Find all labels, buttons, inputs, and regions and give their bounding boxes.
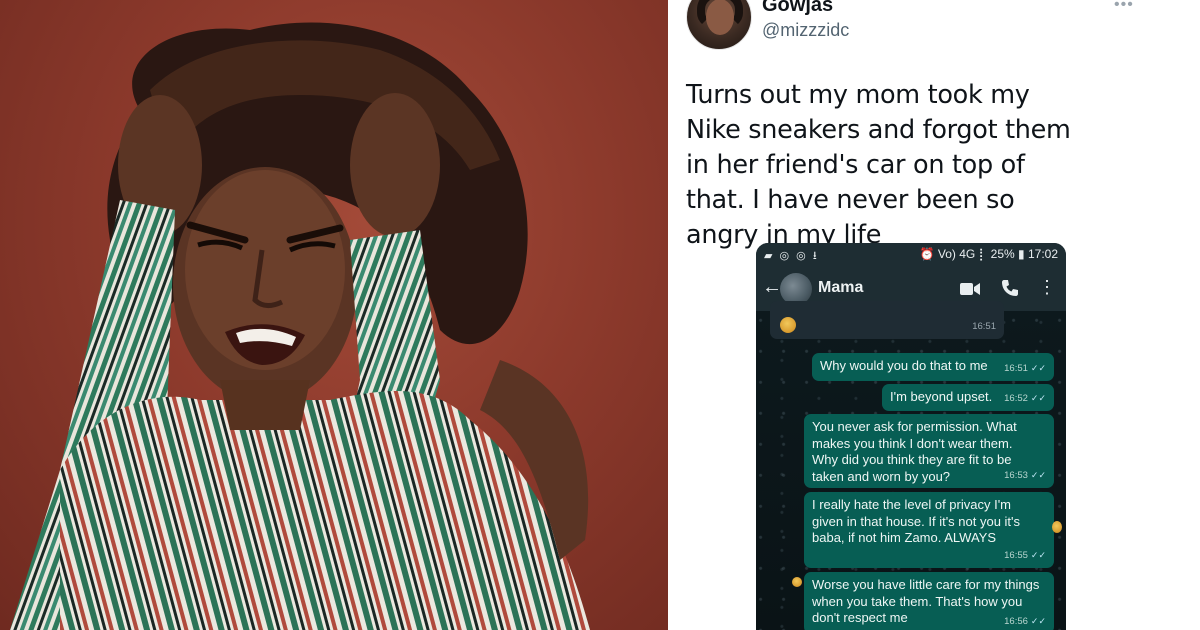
read-ticks-icon: ✓✓ bbox=[1030, 362, 1046, 373]
message-bubble[interactable]: I'm beyond upset. 16:52 ✓✓ bbox=[882, 384, 1054, 411]
reaction-emoji-icon bbox=[1052, 521, 1062, 533]
status-bar: ▰ ◎ ◎ ⭳ ⏰ Vo) 4G ⡇ 25% ▮ 17:02 bbox=[756, 243, 1066, 267]
back-arrow-icon[interactable]: ← bbox=[762, 276, 782, 299]
message-time: 16:56 bbox=[1004, 615, 1028, 627]
emoji-sticker-icon bbox=[780, 317, 796, 333]
message-text: You never ask for permission. What makes… bbox=[812, 419, 1017, 484]
tweet-text: Turns out my mom took my Nike sneakers a… bbox=[686, 80, 1071, 250]
user-avatar[interactable] bbox=[686, 0, 752, 50]
read-ticks-icon: ✓✓ bbox=[1030, 615, 1046, 626]
photo-illustration bbox=[10, 22, 590, 630]
message-bubble[interactable]: I really hate the level of privacy I'm g… bbox=[804, 492, 1054, 568]
status-right-info: ⏰ Vo) 4G ⡇ 25% ▮ 17:02 bbox=[919, 247, 1058, 261]
read-ticks-icon: ✓✓ bbox=[1030, 392, 1046, 403]
message-time: 16:55 bbox=[1004, 549, 1028, 561]
message-meta: 16:52 ✓✓ bbox=[1004, 390, 1046, 408]
message-bubble[interactable]: Worse you have little care for my things… bbox=[804, 572, 1054, 630]
message-meta: 16:51 ✓✓ bbox=[1004, 360, 1046, 378]
message-time: 16:52 bbox=[1004, 392, 1028, 404]
message-text: Why would you do that to me bbox=[820, 358, 988, 373]
read-ticks-icon: ✓✓ bbox=[1030, 549, 1046, 560]
overflow-menu-icon[interactable]: ⋮ bbox=[1038, 277, 1056, 298]
avatar-face bbox=[706, 0, 734, 35]
message-bubble[interactable]: Why would you do that to me 16:51 ✓✓ bbox=[812, 353, 1054, 381]
message-time: 16:51 bbox=[1004, 362, 1028, 374]
message-meta: 16:56 ✓✓ bbox=[1004, 613, 1046, 630]
frustrated-woman-photo bbox=[0, 0, 668, 630]
message-meta: 16:53 ✓✓ bbox=[1004, 467, 1046, 485]
phone-call-icon[interactable] bbox=[1000, 278, 1020, 298]
message-bubble-incoming[interactable]: 16:51 bbox=[770, 301, 1004, 339]
status-left-icons: ▰ ◎ ◎ ⭳ bbox=[764, 250, 819, 262]
message-time: 16:53 bbox=[1004, 469, 1028, 481]
more-horizontal-icon[interactable]: ••• bbox=[1114, 0, 1134, 14]
tweet-card: Gowjas @mizzzidc ••• Turns out my mom to… bbox=[668, 0, 1200, 630]
display-name[interactable]: Gowjas bbox=[762, 0, 833, 17]
whatsapp-screenshot: ▰ ◎ ◎ ⭳ ⏰ Vo) 4G ⡇ 25% ▮ 17:02 ← Mama ⋮ … bbox=[756, 243, 1066, 630]
message-text: I'm beyond upset. bbox=[890, 389, 993, 404]
message-time: 16:51 bbox=[972, 320, 996, 332]
reaction-emoji-icon bbox=[792, 577, 802, 587]
video-call-icon[interactable] bbox=[959, 279, 981, 299]
contact-name[interactable]: Mama bbox=[818, 279, 863, 297]
user-handle[interactable]: @mizzzidc bbox=[762, 20, 849, 41]
message-bubble[interactable]: You never ask for permission. What makes… bbox=[804, 414, 1054, 488]
read-ticks-icon: ✓✓ bbox=[1030, 469, 1046, 480]
message-meta: 16:55 ✓✓ bbox=[1004, 547, 1046, 565]
message-text: I really hate the level of privacy I'm g… bbox=[812, 497, 1021, 545]
chat-area[interactable]: 16:51 Why would you do that to me 16:51 ✓… bbox=[756, 301, 1066, 630]
